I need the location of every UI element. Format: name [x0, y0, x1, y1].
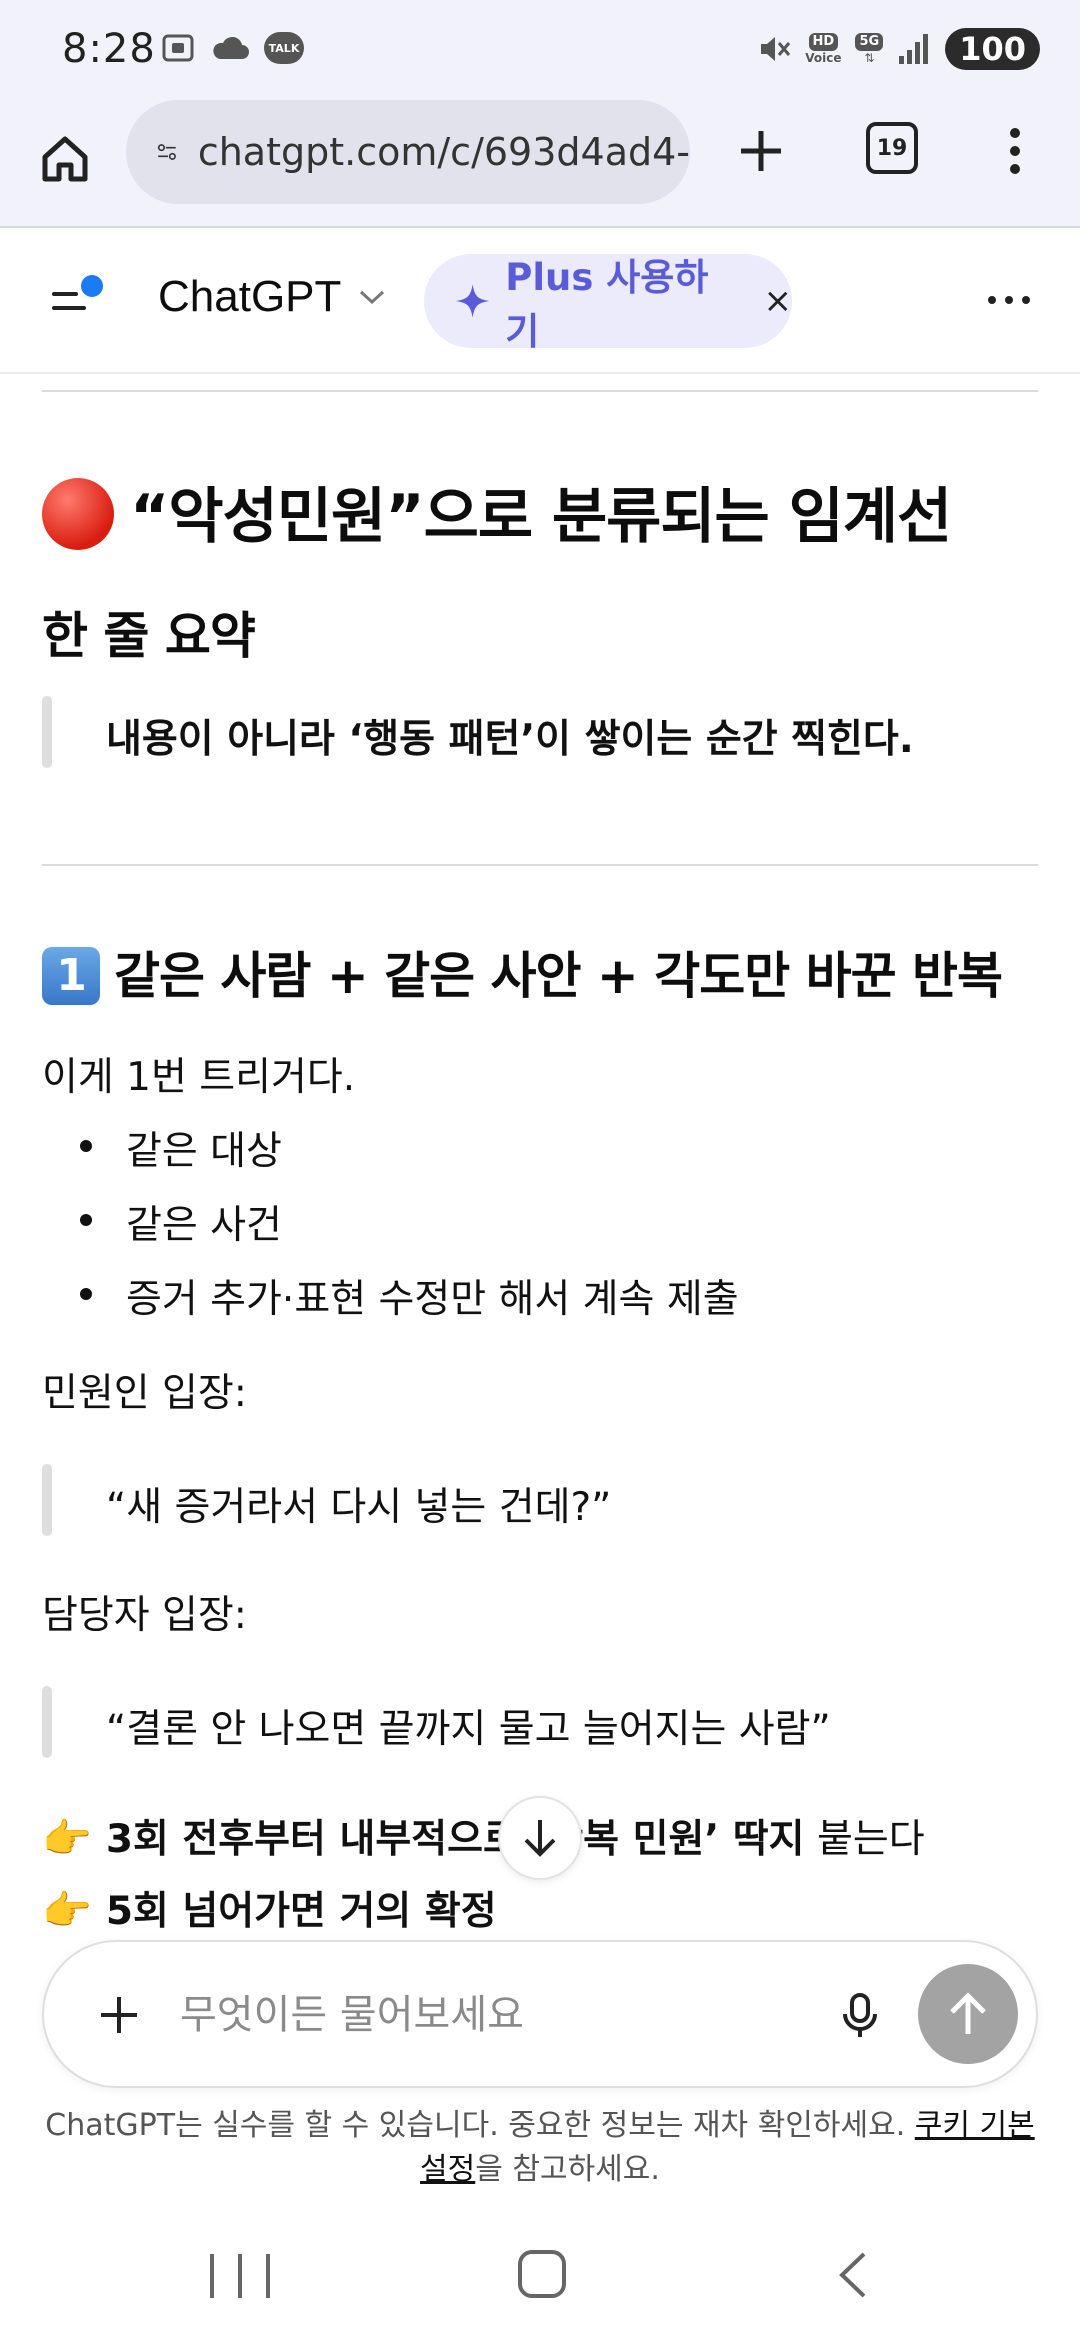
list-item: 같은 사건 [42, 1194, 1038, 1248]
disclaimer-text: ChatGPT는 실수를 할 수 있습니다. 중요한 정보는 재차 확인하세요. [45, 2108, 915, 2143]
bullet-dot [80, 1140, 92, 1152]
home-button[interactable] [30, 124, 100, 194]
complainant-quote: “새 증거라서 다시 넣는 건데?” [42, 1464, 1038, 1536]
microphone-icon [843, 1993, 877, 2037]
status-time: 8:28 [62, 26, 156, 72]
recent-apps-icon-bar [238, 2254, 242, 2298]
url-text[interactable]: chatgpt.com/c/693d4ad4- [198, 130, 690, 174]
bullet-dot [80, 1214, 92, 1226]
list-item: 증거 추가·표현 수정만 해서 계속 제출 [42, 1268, 1038, 1322]
list-item-text: 증거 추가·표현 수정만 해서 계속 제출 [126, 1277, 739, 1322]
arrow-down-icon [524, 1820, 556, 1857]
hd-badge: HD [808, 33, 839, 51]
screenshot-icon [162, 34, 194, 62]
red-circle-icon [42, 478, 114, 551]
voice-input-button[interactable] [830, 1986, 890, 2046]
upgrade-plus-pill[interactable]: Plus 사용하기 × [424, 254, 793, 353]
section-title-text: “악성민원”으로 분류되는 임계선 [130, 482, 952, 552]
upgrade-plus-label: Plus 사용하기 [505, 256, 709, 353]
quote-bar [42, 1686, 52, 1758]
sidebar-menu-icon [52, 275, 103, 310]
complainant-label: 민원인 입장: [42, 1371, 247, 1416]
list-item-text: 같은 대상 [126, 1129, 282, 1174]
status-left-icons: TALK [160, 30, 304, 66]
officer-quote: “결론 안 나오면 끝까지 물고 늘어지는 사람” [42, 1686, 1038, 1758]
new-tab-button[interactable] [726, 116, 796, 186]
complainant-quote-text: “새 증거라서 다시 넣는 건데?” [106, 1485, 612, 1530]
home-icon [42, 136, 88, 182]
more-vertical-icon [1010, 128, 1020, 174]
quote-bar [42, 1464, 52, 1536]
voice-label: Voice [805, 51, 842, 65]
recent-apps-icon-bar [266, 2254, 270, 2298]
model-name: ChatGPT [158, 272, 342, 321]
attach-button[interactable] [92, 1988, 146, 2042]
hd-voice-icon: HD Voice [805, 33, 841, 65]
list-item-text: 같은 사건 [126, 1203, 282, 1248]
point-one-rest: 붙는다 [804, 1817, 925, 1862]
address-bar[interactable]: chatgpt.com/c/693d4ad4- [126, 100, 690, 204]
5g-icon: 5G ⇅ [855, 33, 884, 65]
disclaimer: ChatGPT는 실수를 할 수 있습니다. 중요한 정보는 재차 확인하세요.… [30, 2104, 1050, 2192]
message-composer [42, 1940, 1038, 2088]
browser-toolbar: chatgpt.com/c/693d4ad4- 19 [0, 100, 1080, 228]
close-icon[interactable]: × [764, 281, 793, 321]
more-horizontal-icon [988, 296, 1030, 304]
section-title: “악성민원”으로 분류되는 임계선 [42, 468, 952, 556]
recent-apps-button[interactable] [210, 2254, 270, 2298]
status-right-icons: HD Voice 5G ⇅ 100 [755, 28, 1040, 70]
chatgpt-header: ChatGPT Plus 사용하기 × [0, 228, 1080, 374]
send-button[interactable] [918, 1964, 1018, 2064]
sidebar-toggle-button[interactable] [48, 268, 112, 332]
5g-badge: 5G [855, 33, 884, 51]
battery-indicator: 100 [945, 28, 1040, 70]
sparkle-icon [455, 284, 490, 318]
officer-label: 담당자 입장: [42, 1593, 247, 1638]
pointing-hand-icon: 👉 [42, 1888, 92, 1934]
disclaimer-suffix: 을 참고하세요. [475, 2152, 660, 2187]
signal-icon [899, 34, 929, 64]
divider [42, 390, 1038, 392]
5g-arrows: ⇅ [864, 51, 875, 65]
scroll-to-bottom-button[interactable] [498, 1796, 582, 1880]
quote-bar [42, 696, 52, 768]
chevron-down-icon [360, 290, 385, 305]
system-nav-bar [0, 2210, 1080, 2340]
summary-quote: 내용이 아니라 ‘행동 패턴’이 쌓이는 순간 찍힌다. [42, 696, 1038, 768]
chat-message-content: “악성민원”으로 분류되는 임계선 한 줄 요약 내용이 아니라 ‘행동 패턴’… [42, 374, 1038, 1934]
subsection-title: 1 같은 사람 + 같은 사안 + 각도만 바꾼 반복 [42, 936, 1003, 1009]
back-button[interactable] [828, 2250, 878, 2300]
summary-heading: 한 줄 요약 [42, 607, 256, 665]
bullet-dot [80, 1288, 92, 1300]
divider [42, 864, 1038, 866]
summary-quote-text: 내용이 아니라 ‘행동 패턴’이 쌓이는 순간 찍힌다. [106, 717, 914, 762]
talk-icon-label: TALK [268, 41, 300, 55]
subsection-title-text: 같은 사람 + 같은 사안 + 각도만 바꾼 반복 [114, 947, 1003, 1005]
browser-menu-button[interactable] [990, 116, 1040, 186]
point-two-bold: 5회 넘어가면 거의 확정 [105, 1889, 497, 1934]
more-options-button[interactable] [984, 280, 1034, 320]
message-input[interactable] [180, 1982, 700, 2048]
list-item: 같은 대상 [42, 1120, 1038, 1174]
plus-icon [101, 1997, 137, 2033]
status-bar: 8:28 TALK HD Voice 5G ⇅ 100 [0, 0, 1080, 100]
plus-icon [741, 131, 781, 171]
model-selector[interactable]: ChatGPT [158, 272, 387, 322]
talk-icon: TALK [264, 32, 304, 64]
cloud-icon [213, 36, 249, 59]
arrow-up-icon [950, 1992, 986, 2034]
keycap-one-icon: 1 [42, 946, 100, 1005]
point-one: 👉 3회 전후부터 내부적으로 ‘반복 민원’ 딱지 붙는다 [42, 1808, 925, 1864]
mute-icon [761, 37, 791, 61]
system-home-button[interactable] [518, 2250, 566, 2298]
point-two: 👉 5회 넘어가면 거의 확정 [42, 1880, 497, 1934]
officer-quote-text: “결론 안 나오면 끝까지 물고 늘어지는 사람” [106, 1707, 831, 1752]
pointing-hand-icon: 👉 [42, 1816, 92, 1862]
subsection-intro: 이게 1번 트리거다. [42, 1055, 356, 1100]
recent-apps-icon [210, 2254, 214, 2298]
tab-switcher-button[interactable]: 19 [866, 122, 918, 174]
point-one-bold: 3회 전후부터 내부적으로 ‘반복 민원’ 딱지 [105, 1817, 805, 1862]
site-settings-icon[interactable] [156, 132, 178, 172]
back-chevron-icon [839, 2252, 866, 2298]
